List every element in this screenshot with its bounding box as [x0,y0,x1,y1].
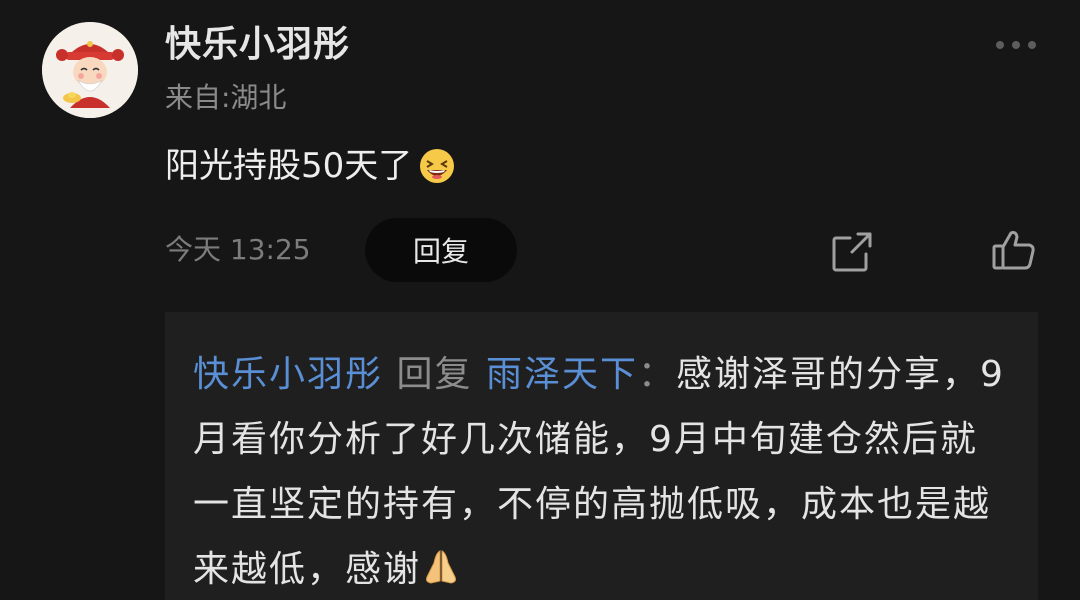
reply-thread-text: 快乐小羽彤 回复 雨泽天下：感谢泽哥的分享，9月看你分析了好几次储能，9月中旬建… [193,342,1010,600]
more-options-button[interactable] [990,30,1042,60]
share-icon [832,232,872,272]
reply-thread-box[interactable]: 快乐小羽彤 回复 雨泽天下：感谢泽哥的分享，9月看你分析了好几次储能，9月中旬建… [165,312,1038,600]
reply-separator: ： [637,354,676,395]
comment-text: 阳光持股50天了 [165,146,413,186]
fortune-god-avatar-icon [42,22,138,118]
reply-target-name[interactable]: 雨泽天下 [486,354,638,395]
share-button[interactable] [828,228,876,276]
like-button[interactable] [990,226,1038,274]
avatar[interactable] [42,22,138,118]
reply-button[interactable]: 回复 [365,218,517,282]
thumbs-up-icon [992,231,1035,270]
comment-page: 快乐小羽彤 来自:湖北 阳光持股50天了 今天 13:25 回复 快乐小羽彤 回… [0,0,1080,600]
comment-body: 阳光持股50天了 [165,140,456,192]
reply-keyword: 回复 [396,354,473,395]
more-dots-icon [996,41,1036,49]
laughing-face-icon [420,149,455,183]
timestamp: 今天 13:25 [165,233,311,266]
reply-author-name[interactable]: 快乐小羽彤 [193,354,383,395]
praying-hands-icon [426,550,457,584]
username[interactable]: 快乐小羽彤 [165,20,350,70]
location-label: 来自:湖北 [165,81,287,114]
